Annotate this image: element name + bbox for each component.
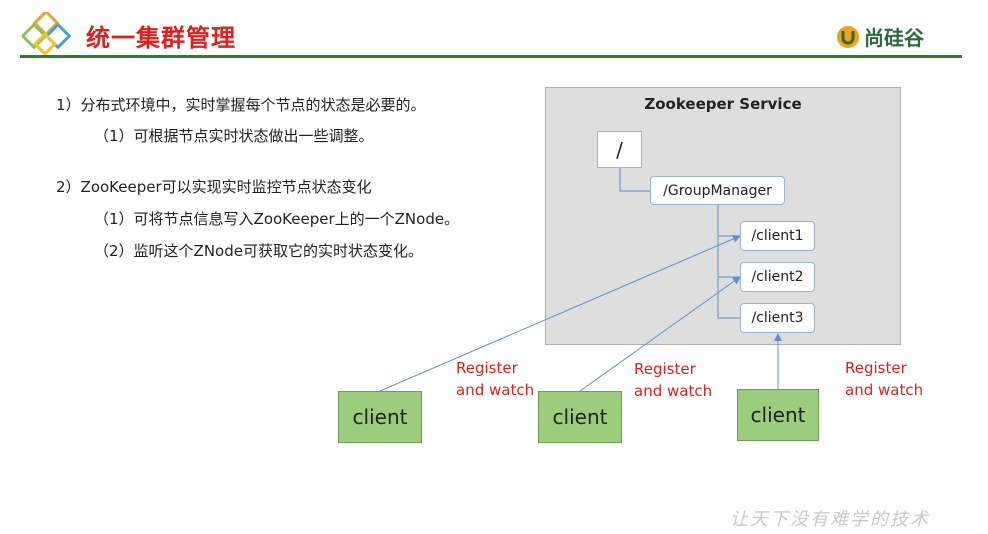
- u-shield-icon: [837, 25, 859, 48]
- edge-label-3: Register and watch: [845, 357, 923, 401]
- edge-label-2: Register and watch: [634, 358, 712, 402]
- znode-client1: /client1: [740, 221, 815, 251]
- client-box-2: client: [538, 391, 622, 443]
- page-title: 统一集群管理: [86, 24, 236, 52]
- edge-label-2-line-2: and watch: [634, 382, 713, 400]
- edge-label-1-line-1: Register: [456, 359, 518, 377]
- edge-label-1-line-2: and watch: [456, 381, 535, 399]
- brand-text: 尚硅谷: [864, 26, 924, 50]
- bullet-2-sub-1: （1）可将节点信息写入ZooKeeper上的一个ZNode。: [94, 210, 460, 228]
- brand: 尚硅谷: [836, 22, 924, 51]
- edge-label-3-line-2: and watch: [845, 381, 924, 399]
- client-box-3: client: [737, 389, 819, 441]
- footer-slogan: 让天下没有难学的技术: [730, 509, 930, 530]
- bullet-2-sub-2: （2）监听这个ZNode可获取它的实时状态变化。: [94, 242, 423, 260]
- znode-groupmanager: /GroupManager: [650, 176, 785, 205]
- edge-label-2-line-1: Register: [634, 360, 696, 378]
- bullet-1-sub-1: （1）可根据节点实时状态做出一些调整。: [94, 127, 374, 145]
- edge-label-1: Register and watch: [456, 357, 534, 401]
- client-box-1: client: [338, 391, 422, 443]
- znode-client2: /client2: [740, 262, 815, 292]
- diamond-logo-icon: [22, 12, 72, 56]
- bullet-1: 1）分布式环境中，实时掌握每个节点的状态是必要的。: [56, 96, 426, 114]
- header-divider: [20, 55, 962, 58]
- edge-label-3-line-1: Register: [845, 359, 907, 377]
- zookeeper-service-box: [545, 87, 901, 345]
- zookeeper-service-title: Zookeeper Service: [644, 95, 802, 113]
- bullet-2: 2）ZooKeeper可以实现实时监控节点状态变化: [56, 178, 372, 196]
- znode-root: /: [597, 131, 642, 168]
- znode-client3: /client3: [740, 303, 815, 333]
